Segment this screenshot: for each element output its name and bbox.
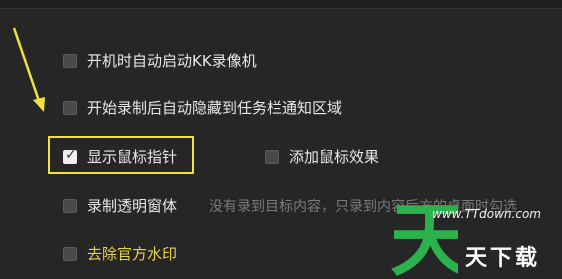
watermark-site-text: 天下载 (465, 246, 541, 271)
auto-hide-label: 开始录制后自动隐藏到任务栏通知区域 (87, 99, 343, 117)
watermark-url: www.TTdown.com (432, 207, 541, 221)
option-transparent-window[interactable]: 录制透明窗体 (63, 195, 177, 216)
remove-watermark-label: 去除官方水印 (87, 245, 178, 263)
cursor-effect-checkbox[interactable] (265, 149, 279, 164)
option-remove-watermark[interactable]: 去除官方水印 (63, 243, 177, 264)
auto-hide-checkbox[interactable] (63, 100, 77, 115)
watermark-logo-icon: 天 (390, 194, 458, 276)
annotation-arrow-icon (12, 27, 45, 112)
option-autostart[interactable]: 开机时自动启动KK录像机 (63, 50, 257, 71)
option-cursor-effect[interactable]: 添加鼠标效果 (265, 146, 379, 167)
cursor-effect-label: 添加鼠标效果 (289, 148, 380, 166)
autostart-label: 开机时自动启动KK录像机 (87, 52, 257, 70)
autostart-checkbox[interactable] (63, 53, 77, 68)
transparent-window-label: 录制透明窗体 (87, 197, 178, 215)
option-auto-hide[interactable]: 开始录制后自动隐藏到任务栏通知区域 (63, 97, 342, 118)
panel-top-border (0, 0, 562, 9)
transparent-window-checkbox[interactable] (63, 198, 77, 213)
remove-watermark-checkbox[interactable] (63, 246, 77, 261)
highlight-box (48, 136, 194, 174)
